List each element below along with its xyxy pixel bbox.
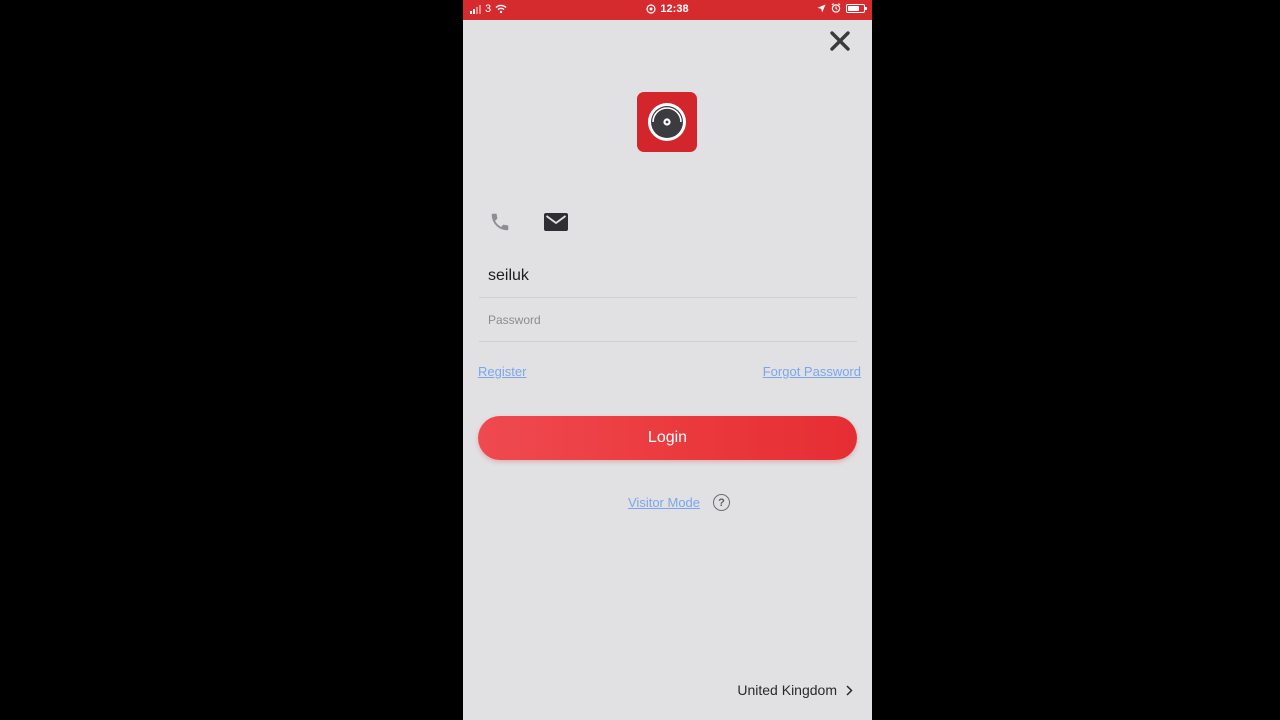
password-field-container <box>479 306 857 342</box>
status-bar-center: 12:38 <box>463 3 872 15</box>
login-button[interactable]: Login <box>478 416 857 460</box>
status-time: 12:38 <box>660 3 689 15</box>
close-button[interactable] <box>827 28 853 54</box>
visitor-mode-link[interactable]: Visitor Mode <box>628 495 700 510</box>
location-arrow-icon <box>817 3 826 13</box>
username-field-container <box>479 260 857 298</box>
visitor-mode-row: Visitor Mode ? <box>628 494 731 511</box>
mail-icon <box>544 213 568 231</box>
login-mode-tabs <box>487 208 569 236</box>
help-icon[interactable]: ? <box>713 494 731 511</box>
username-input[interactable] <box>479 260 857 292</box>
phone-login-tab[interactable] <box>487 208 513 236</box>
battery-icon <box>846 3 867 13</box>
alarm-clock-icon <box>646 4 657 14</box>
email-login-tab[interactable] <box>543 208 569 236</box>
status-bar: 3 12:38 <box>463 0 872 20</box>
chevron-right-icon <box>846 684 853 696</box>
status-bar-right <box>817 3 867 13</box>
register-link[interactable]: Register <box>478 364 526 379</box>
phone-screen: 3 12:38 seiluk Register Forgot Password … <box>463 0 872 720</box>
app-logo <box>637 92 697 152</box>
app-logo-camera-lens-icon <box>648 103 686 141</box>
alarm-icon <box>831 3 841 13</box>
phone-icon <box>491 213 509 231</box>
password-input[interactable] <box>479 306 857 334</box>
region-label: United Kingdom <box>737 682 837 698</box>
battery-fill <box>848 5 859 11</box>
region-selector[interactable]: United Kingdom <box>737 682 853 698</box>
close-icon <box>830 31 850 51</box>
forgot-password-link[interactable]: Forgot Password <box>763 364 861 379</box>
